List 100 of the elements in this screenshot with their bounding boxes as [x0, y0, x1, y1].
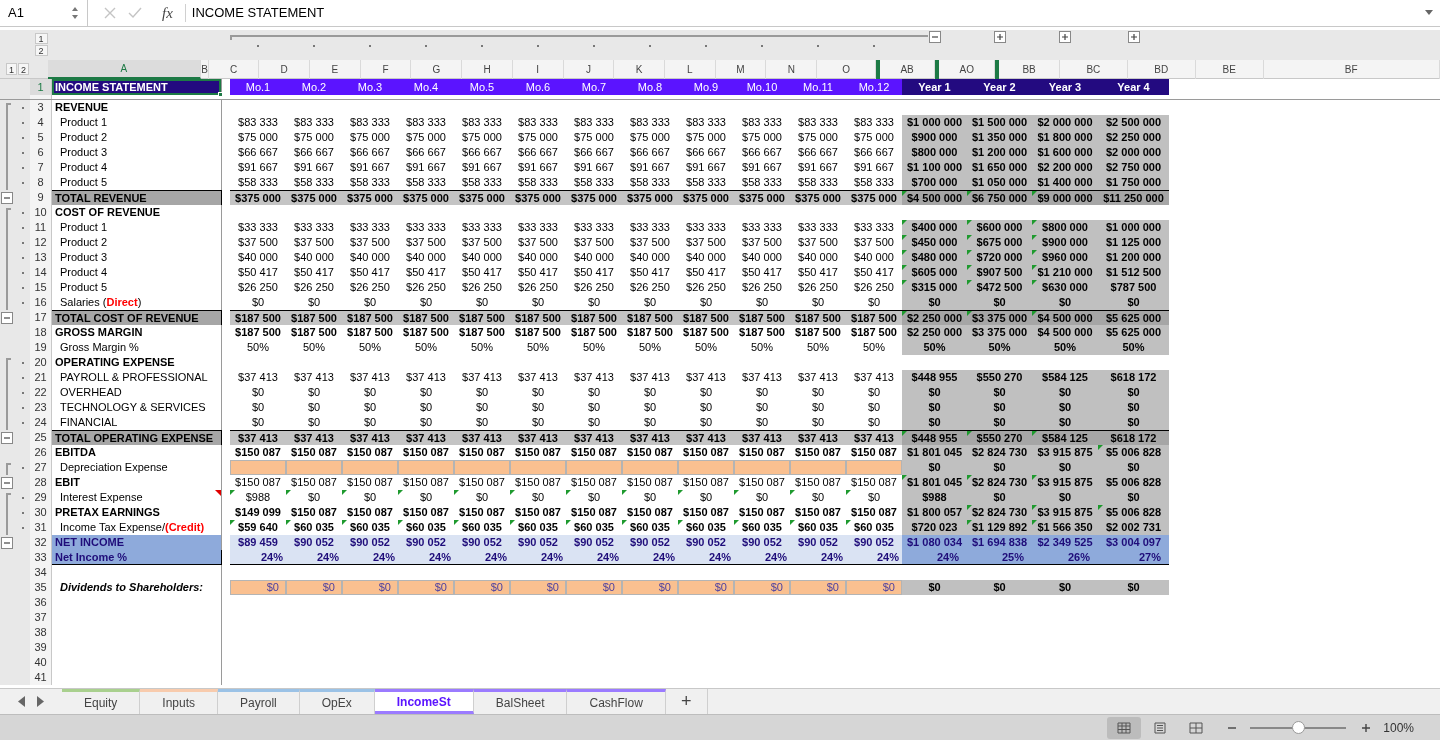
zoom-slider-thumb[interactable] — [1292, 720, 1306, 734]
row-number[interactable]: 33 — [30, 550, 52, 565]
row-number[interactable]: 40 — [30, 655, 52, 670]
row-number[interactable]: 35 — [30, 580, 52, 595]
table-cell-text: $0 — [698, 385, 714, 400]
column-header[interactable]: A — [47, 60, 202, 79]
outline-level-button[interactable]: 2 — [34, 45, 48, 56]
expand-button[interactable] — [993, 31, 1006, 43]
next-sheet-icon[interactable] — [36, 696, 44, 707]
table-cell-text: $0 — [530, 415, 546, 430]
row-number[interactable]: 13 — [30, 250, 52, 265]
name-box[interactable]: A1 — [0, 0, 88, 27]
sheet-tab[interactable]: IncomeSt — [374, 689, 474, 714]
row-number[interactable]: 21 — [30, 370, 52, 385]
collapse-button[interactable] — [928, 31, 941, 43]
column-title-cell: Year 3 — [1032, 79, 1098, 95]
input-cell[interactable] — [454, 460, 510, 475]
table-cell: $37 413 — [622, 430, 678, 445]
row-number[interactable]: 25 — [30, 430, 52, 445]
row-number[interactable]: 1 — [30, 79, 52, 95]
row-number[interactable]: 3 — [30, 100, 52, 115]
column-header[interactable]: B — [201, 60, 209, 79]
row-number[interactable]: 11 — [30, 220, 52, 235]
expand-button[interactable] — [1127, 31, 1140, 43]
zoom-in-icon[interactable] — [1361, 722, 1372, 733]
row-number[interactable]: 30 — [30, 505, 52, 520]
row-number[interactable]: 5 — [30, 130, 52, 145]
row-number[interactable]: 10 — [30, 205, 52, 220]
row-number[interactable]: 37 — [30, 610, 52, 625]
table-cell-text: $37 500 — [237, 235, 279, 250]
outline-level-button[interactable]: 2 — [18, 63, 29, 75]
table-cell-text: $83 333 — [741, 115, 783, 130]
row-number[interactable]: 36 — [30, 595, 52, 610]
input-cell[interactable] — [510, 460, 566, 475]
input-cell[interactable] — [566, 460, 622, 475]
row-number[interactable]: 26 — [30, 445, 52, 460]
row-number[interactable]: 17 — [30, 310, 52, 325]
outline-level-button[interactable]: 1 — [34, 33, 48, 44]
row-number[interactable]: 32 — [30, 535, 52, 550]
error-indicator-icon — [1032, 220, 1037, 225]
row-number[interactable]: 18 — [30, 325, 52, 340]
row-number[interactable]: 4 — [30, 115, 52, 130]
row-number[interactable]: 34 — [30, 565, 52, 580]
expand-button[interactable] — [1059, 31, 1071, 43]
row-number[interactable]: 8 — [30, 175, 52, 190]
row-number[interactable]: 39 — [30, 640, 52, 655]
stepper-icon[interactable] — [71, 6, 79, 20]
row-number[interactable]: 31 — [30, 520, 52, 535]
input-cell[interactable] — [398, 460, 454, 475]
collapse-button[interactable] — [1, 311, 13, 324]
cancel-icon[interactable] — [104, 7, 116, 19]
formula-field[interactable]: INCOME STATEMENT — [185, 0, 1424, 26]
plus-icon — [1061, 33, 1069, 41]
input-cell[interactable] — [230, 460, 286, 475]
row-number[interactable]: 23 — [30, 400, 52, 415]
row-number[interactable]: 38 — [30, 625, 52, 640]
row-number[interactable]: 22 — [30, 385, 52, 400]
row-number[interactable]: 20 — [30, 355, 52, 370]
row-number[interactable]: 14 — [30, 265, 52, 280]
row-number[interactable]: 27 — [30, 460, 52, 475]
enter-icon[interactable] — [128, 7, 142, 19]
input-cell[interactable] — [678, 460, 734, 475]
table-cell-text: $91 667 — [741, 160, 783, 175]
dropdown-caret-icon[interactable] — [1424, 9, 1434, 17]
zoom-level-text[interactable]: 100% — [1383, 718, 1414, 737]
table-cell: $375 000 — [622, 190, 678, 205]
insert-function-button[interactable]: fx — [162, 1, 173, 25]
column-title-cell: Year 1 — [902, 79, 967, 95]
table-cell: $90 052 — [398, 535, 454, 550]
input-cell[interactable] — [342, 460, 398, 475]
table-cell-text: $66 667 — [237, 145, 279, 160]
row-number[interactable]: 12 — [30, 235, 52, 250]
row-number[interactable]: 6 — [30, 145, 52, 160]
input-cell[interactable] — [622, 460, 678, 475]
view-button[interactable] — [1107, 716, 1142, 739]
row-label: Product 4 — [52, 265, 222, 280]
collapse-button[interactable] — [1, 431, 13, 444]
input-cell[interactable] — [790, 460, 846, 475]
collapse-button[interactable] — [1, 191, 13, 204]
table-cell: $907 500 — [967, 265, 1032, 280]
column-header[interactable]: BE — [1195, 60, 1264, 79]
input-cell[interactable] — [846, 460, 902, 475]
row-number[interactable]: 9 — [30, 190, 52, 205]
previous-sheet-icon[interactable] — [18, 696, 26, 707]
collapse-button[interactable] — [1, 536, 13, 549]
input-cell[interactable] — [734, 460, 790, 475]
row-number[interactable]: 7 — [30, 160, 52, 175]
row-number[interactable]: 15 — [30, 280, 52, 295]
row-number[interactable]: 41 — [30, 670, 52, 685]
row-number[interactable]: 28 — [30, 475, 52, 490]
input-cell[interactable] — [286, 460, 342, 475]
table-cell-text: $37 500 — [517, 235, 559, 250]
row-number[interactable]: 24 — [30, 415, 52, 430]
outline-level-button[interactable]: 1 — [6, 63, 17, 75]
column-header[interactable]: BF — [1263, 60, 1440, 79]
row-number[interactable]: 29 — [30, 490, 52, 505]
collapse-button[interactable] — [1, 476, 13, 489]
row-number[interactable]: 19 — [30, 340, 52, 355]
row-number[interactable]: 16 — [30, 295, 52, 310]
table-cell-text: $37 413 — [573, 370, 615, 385]
